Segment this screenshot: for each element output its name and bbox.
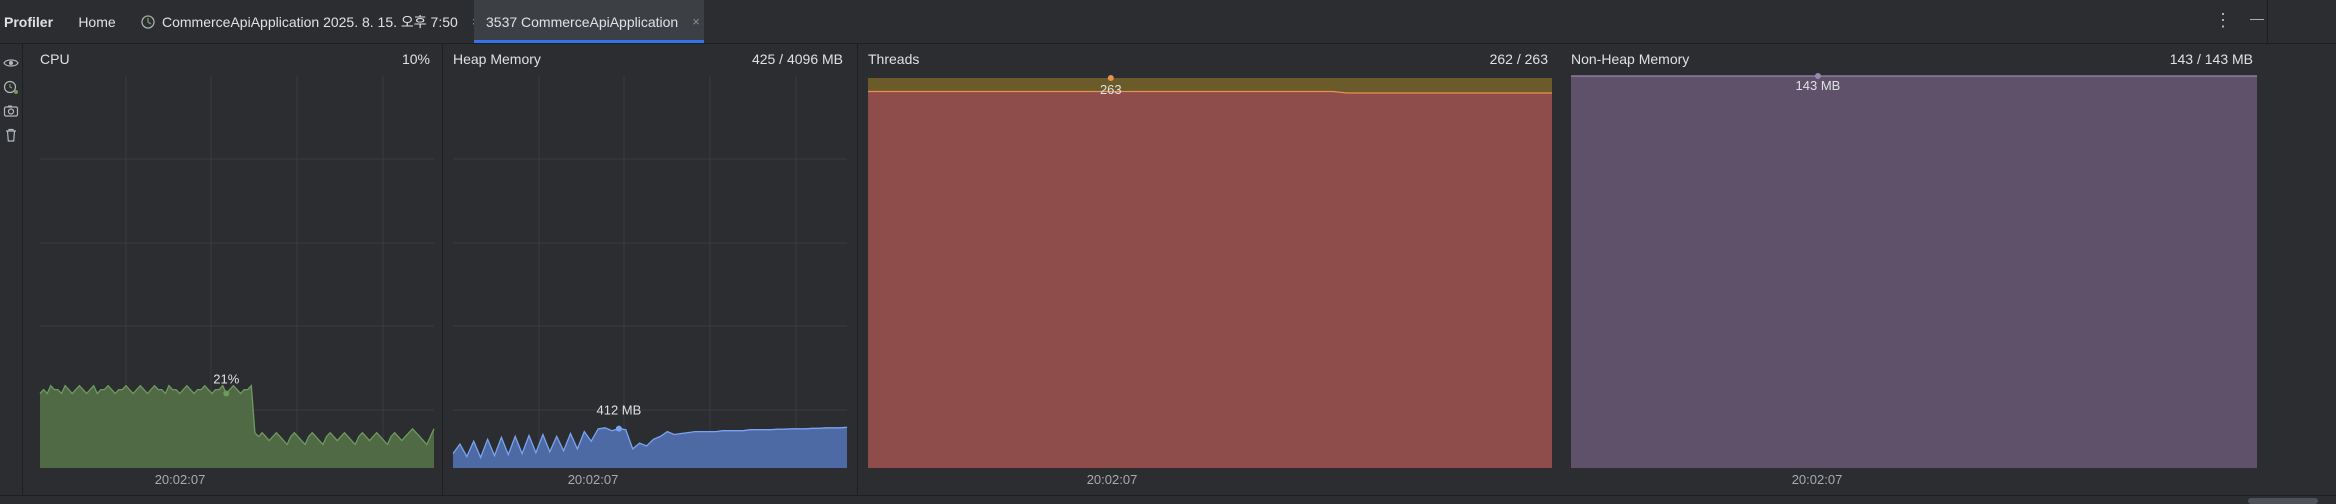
- cpu-panel: CPU 10% 21% 20:02:07: [34, 44, 436, 496]
- minimize-icon[interactable]: —: [2250, 10, 2264, 31]
- close-icon[interactable]: ×: [692, 14, 700, 29]
- nonheap-value: 143 / 143 MB: [2169, 51, 2253, 67]
- peak-label: 412 MB: [596, 403, 641, 418]
- cpu-snapshot-icon[interactable]: [2, 78, 20, 96]
- tab-snapshot-label: CommerceApiApplication 2025. 8. 15. 오후 7…: [162, 13, 458, 30]
- series-area: [453, 427, 847, 468]
- peak-marker: [1107, 75, 1114, 81]
- grid: [453, 76, 847, 468]
- nonheap-panel: Non-Heap Memory 143 / 143 MB 143 MB 20:0…: [1565, 44, 2259, 496]
- horizontal-scrollbar[interactable]: [0, 495, 2336, 504]
- cpu-value: 10%: [401, 51, 430, 67]
- active-tab-indicator: [474, 40, 704, 43]
- nonheap-chart: 143 MB: [1571, 73, 2257, 468]
- heap-time-label: 20:02:07: [567, 472, 619, 487]
- camera-icon[interactable]: [2, 102, 20, 120]
- more-options-icon[interactable]: ⋮: [2214, 10, 2232, 31]
- threads-time-label: 20:02:07: [1086, 472, 1138, 487]
- peak-label: 143 MB: [1796, 78, 1841, 93]
- threads-value: 262 / 263: [1489, 51, 1548, 67]
- tab-snapshot[interactable]: CommerceApiApplication 2025. 8. 15. 오후 7…: [138, 0, 479, 43]
- eye-icon[interactable]: [2, 54, 20, 72]
- scrollbar-thumb[interactable]: [2248, 498, 2318, 504]
- threads-panel: Threads 262 / 263 263 20:02:07: [862, 44, 1554, 496]
- peak-label: 263: [1100, 82, 1122, 97]
- cpu-time-label: 20:02:07: [154, 472, 206, 487]
- heap-panel: Heap Memory 425 / 4096 MB 412 MB 20:02:0…: [447, 44, 849, 496]
- toolbar: Profiler Home CommerceApiApplication 202…: [0, 0, 2336, 44]
- nonheap-time-label: 20:02:07: [1791, 472, 1843, 487]
- series-area: [868, 91, 1552, 468]
- heap-title: Heap Memory: [453, 51, 541, 67]
- threads-title: Threads: [868, 51, 920, 67]
- divider: [857, 44, 858, 496]
- cpu-title: CPU: [40, 51, 70, 67]
- cpu-chart: 21%: [39, 76, 435, 468]
- tab-live-process-label: 3537 CommerceApiApplication: [486, 13, 679, 30]
- nonheap-title: Non-Heap Memory: [1571, 51, 1690, 67]
- series-area: [1571, 76, 2257, 468]
- peak-label: 21%: [213, 372, 239, 387]
- peak-marker: [615, 425, 622, 432]
- tab-home-label: Home: [78, 13, 116, 30]
- heap-value: 425 / 4096 MB: [751, 51, 843, 67]
- threads-chart: 263: [868, 75, 1552, 468]
- sidebar: [0, 44, 23, 504]
- trash-icon[interactable]: [2, 126, 20, 144]
- app-title: Profiler: [4, 14, 54, 30]
- series-area: [40, 385, 434, 468]
- divider: [442, 44, 443, 496]
- cpu-snapshot-icon: [140, 14, 156, 30]
- peak-marker: [223, 390, 230, 397]
- tab-home[interactable]: Home: [64, 0, 130, 43]
- tab-live-process[interactable]: 3537 CommerceApiApplication ×: [474, 0, 704, 43]
- heap-chart: 412 MB: [452, 76, 848, 468]
- divider: [2267, 0, 2268, 43]
